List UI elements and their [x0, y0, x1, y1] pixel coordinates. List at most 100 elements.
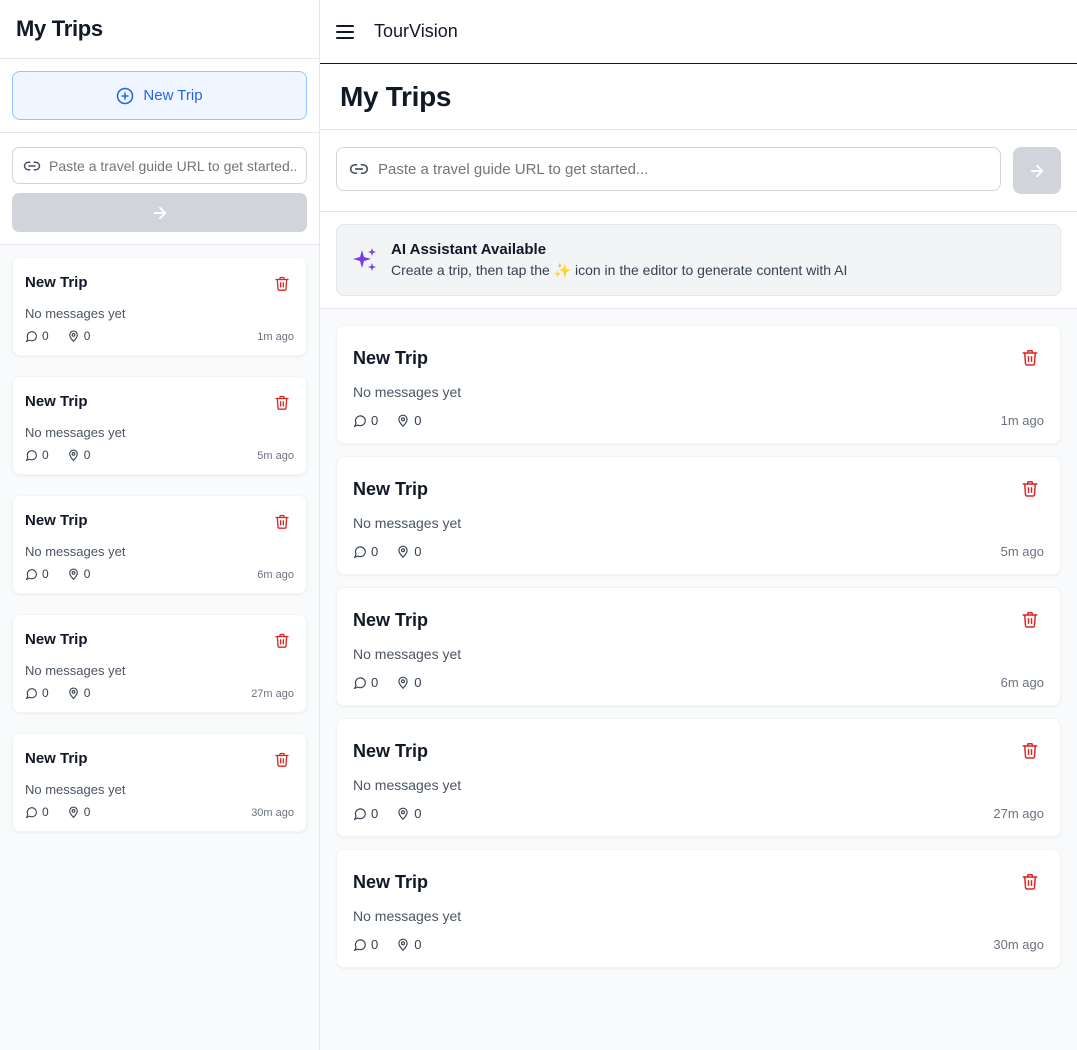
- sidebar-new-trip-section: New Trip: [0, 59, 319, 133]
- main-content: TourVision My Trips AI Assistant Availab…: [320, 0, 1077, 1050]
- main-url-section: [320, 130, 1077, 212]
- place-count: 0: [414, 937, 422, 952]
- arrow-right-icon: [1028, 162, 1046, 180]
- main-submit-url-button[interactable]: [1013, 147, 1061, 194]
- map-pin-icon: [67, 330, 80, 343]
- trip-last-message: No messages yet: [353, 908, 462, 924]
- message-icon: [25, 687, 38, 700]
- sidebar-url-section: [0, 133, 319, 245]
- trip-title: New Trip: [353, 741, 429, 761]
- menu-icon[interactable]: [336, 24, 354, 39]
- main-url-input[interactable]: [378, 160, 978, 178]
- trip-last-message: No messages yet: [25, 544, 126, 559]
- app-brand: TourVision: [374, 21, 458, 41]
- trip-title: New Trip: [353, 348, 429, 368]
- sidebar-trip-card[interactable]: New Trip No messages yet 0 0 6m ago: [12, 495, 307, 594]
- link-icon: [23, 157, 41, 175]
- message-icon: [353, 938, 367, 952]
- map-pin-icon: [396, 545, 410, 559]
- trip-card[interactable]: New Trip No messages yet 0 0 1m ago: [336, 325, 1061, 444]
- trip-last-message: No messages yet: [25, 663, 126, 678]
- ai-text: AI Assistant Available Create a trip, th…: [391, 241, 847, 279]
- trash-icon[interactable]: [1021, 741, 1039, 760]
- trip-stats: 0 0: [25, 805, 90, 819]
- trip-card[interactable]: New Trip No messages yet 0 0 27m ago: [336, 718, 1061, 837]
- trip-last-message: No messages yet: [353, 384, 462, 400]
- new-trip-button[interactable]: New Trip: [12, 71, 307, 120]
- message-count: 0: [42, 805, 49, 819]
- trip-title: New Trip: [25, 512, 88, 529]
- trip-time: 27m ago: [251, 688, 294, 700]
- sidebar-trip-card[interactable]: New Trip No messages yet 0 0 5m ago: [12, 376, 307, 475]
- message-icon: [353, 545, 367, 559]
- trash-icon[interactable]: [274, 275, 290, 292]
- arrow-right-icon: [151, 204, 169, 222]
- message-count: 0: [42, 329, 49, 343]
- sidebar-header: My Trips: [0, 0, 319, 59]
- sidebar-url-input[interactable]: [49, 157, 296, 174]
- trip-title: New Trip: [353, 872, 429, 892]
- map-pin-icon: [67, 687, 80, 700]
- main-url-field[interactable]: [336, 147, 1001, 191]
- message-count: 0: [42, 448, 49, 462]
- trash-icon[interactable]: [274, 513, 290, 530]
- place-count: 0: [83, 448, 91, 462]
- trip-time: 6m ago: [257, 569, 294, 581]
- message-count: 0: [42, 686, 49, 700]
- place-count: 0: [414, 413, 422, 428]
- place-count: 0: [414, 675, 422, 690]
- trip-stats: 0 0: [25, 329, 90, 343]
- trip-stats: 0 0: [353, 675, 421, 690]
- trip-time: 5m ago: [257, 450, 294, 462]
- message-icon: [25, 806, 38, 819]
- trash-icon[interactable]: [1021, 872, 1039, 891]
- trip-card[interactable]: New Trip No messages yet 0 0 5m ago: [336, 456, 1061, 575]
- place-count: 0: [83, 567, 91, 581]
- ai-section: AI Assistant Available Create a trip, th…: [320, 212, 1077, 309]
- place-count: 0: [414, 806, 422, 821]
- message-count: 0: [42, 567, 49, 581]
- trash-icon[interactable]: [274, 394, 290, 411]
- trash-icon[interactable]: [274, 632, 290, 649]
- message-icon: [25, 330, 38, 343]
- new-trip-label: New Trip: [143, 87, 203, 104]
- trip-time: 30m ago: [993, 937, 1044, 952]
- trip-stats: 0 0: [353, 413, 421, 428]
- trip-title: New Trip: [353, 479, 429, 499]
- trip-card[interactable]: New Trip No messages yet 0 0 30m ago: [336, 849, 1061, 968]
- trip-stats: 0 0: [353, 806, 421, 821]
- trip-last-message: No messages yet: [25, 425, 126, 440]
- map-pin-icon: [67, 806, 80, 819]
- trip-stats: 0 0: [353, 937, 421, 952]
- sidebar-trip-card[interactable]: New Trip No messages yet 0 0 1m ago: [12, 257, 307, 356]
- ai-title: AI Assistant Available: [391, 241, 547, 258]
- sidebar-trip-card[interactable]: New Trip No messages yet 0 0 30m ago: [12, 733, 307, 832]
- map-pin-icon: [67, 568, 80, 581]
- trash-icon[interactable]: [1021, 348, 1039, 367]
- trash-icon[interactable]: [1021, 479, 1039, 498]
- map-pin-icon: [396, 676, 410, 690]
- place-count: 0: [83, 329, 91, 343]
- trash-icon[interactable]: [1021, 610, 1039, 629]
- message-count: 0: [371, 413, 379, 428]
- trip-title: New Trip: [25, 393, 88, 410]
- trash-icon[interactable]: [274, 751, 290, 768]
- message-icon: [353, 414, 367, 428]
- message-icon: [25, 568, 38, 581]
- message-count: 0: [371, 937, 379, 952]
- sidebar-trip-card[interactable]: New Trip No messages yet 0 0 27m ago: [12, 614, 307, 713]
- ai-assistant-banner: AI Assistant Available Create a trip, th…: [336, 224, 1061, 296]
- trip-card[interactable]: New Trip No messages yet 0 0 6m ago: [336, 587, 1061, 706]
- map-pin-icon: [67, 449, 80, 462]
- ai-subtitle: Create a trip, then tap the ✨ icon in th…: [391, 262, 848, 278]
- sidebar-submit-url-button[interactable]: [12, 193, 307, 232]
- trip-stats: 0 0: [353, 544, 421, 559]
- main-trip-list: New Trip No messages yet 0 0 1m ago New …: [320, 309, 1077, 996]
- trip-time: 1m ago: [257, 331, 294, 343]
- message-icon: [25, 449, 38, 462]
- message-count: 0: [371, 544, 379, 559]
- top-bar: TourVision: [320, 0, 1077, 64]
- trip-last-message: No messages yet: [25, 782, 126, 797]
- sidebar-url-field[interactable]: [12, 147, 307, 184]
- trip-last-message: No messages yet: [353, 515, 462, 531]
